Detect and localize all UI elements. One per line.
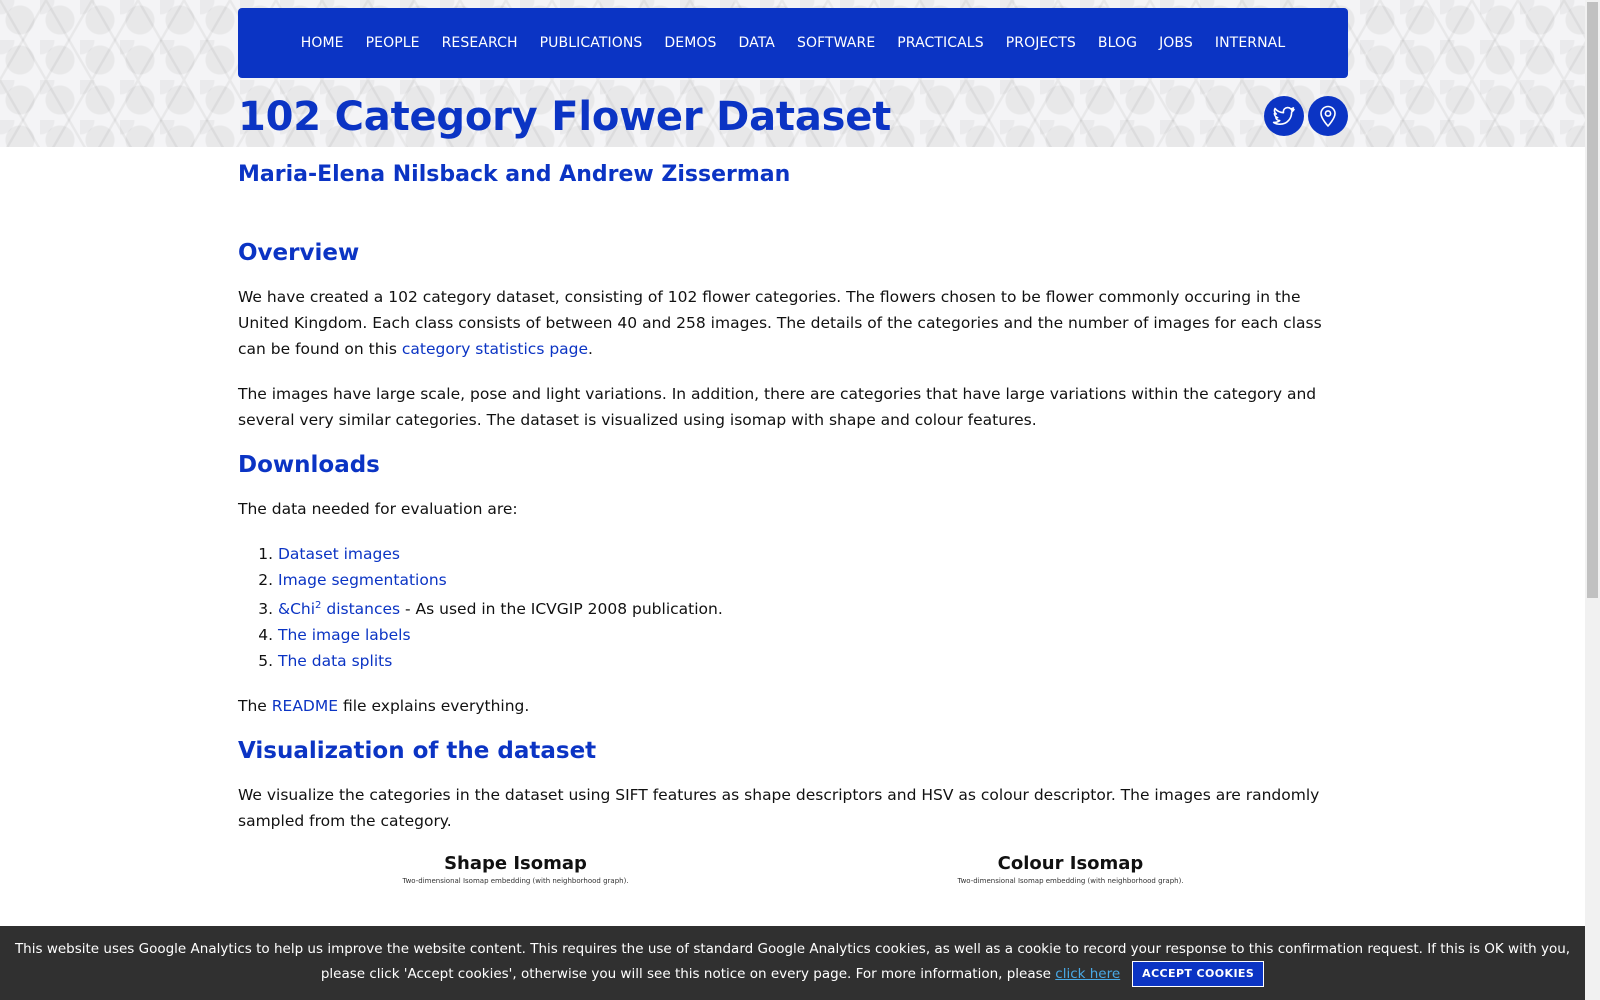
list-item: Image segmentations [278,567,1348,593]
nav-research[interactable]: RESEARCH [431,35,529,51]
readme-paragraph: The README file explains everything. [238,697,530,716]
list-item: &Chi2 distances - As used in the ICVGIP … [278,593,1348,622]
category-statistics-link[interactable]: category statistics page [402,340,588,358]
page-title: 102 Category Flower Dataset [238,94,892,140]
isomap-figures: Shape Isomap Two-dimensional Isomap embe… [238,853,1348,885]
nav-internal[interactable]: INTERNAL [1204,35,1296,51]
dataset-images-link[interactable]: Dataset images [278,545,400,563]
downloads-list: Dataset images Image segmentations &Chi2… [238,541,1348,674]
visualization-heading: Visualization of the dataset [238,738,597,765]
map-pin-icon[interactable] [1308,96,1348,136]
visualization-paragraph: We visualize the categories in the datas… [238,786,1320,831]
nav-software[interactable]: SOFTWARE [786,35,886,51]
chi2-distances-link[interactable]: &Chi2 distances [278,600,400,618]
image-segmentations-link[interactable]: Image segmentations [278,571,447,589]
colour-isomap-title: Colour Isomap [997,853,1144,875]
downloads-intro: The data needed for evaluation are: [238,500,518,518]
shape-isomap-caption: Two-dimensional Isomap embedding (with n… [402,877,629,886]
list-item: Dataset images [278,541,1348,567]
readme-link[interactable]: README [272,697,338,715]
accept-cookies-button[interactable]: ACCEPT COOKIES [1132,961,1265,987]
data-splits-link[interactable]: The data splits [278,652,392,670]
image-labels-link[interactable]: The image labels [278,626,411,644]
nav-people[interactable]: PEOPLE [355,35,431,51]
main-navbar: HOME PEOPLE RESEARCH PUBLICATIONS DEMOS … [238,8,1348,78]
overview-paragraph-2: The images have large scale, pose and li… [238,385,1317,429]
authors: Maria-Elena Nilsback and Andrew Zisserma… [238,162,791,187]
social-links [1264,96,1348,136]
nav-data[interactable]: DATA [728,35,786,51]
nav-jobs[interactable]: JOBS [1148,35,1204,51]
twitter-icon[interactable] [1264,96,1304,136]
nav-home[interactable]: HOME [290,35,355,51]
cookie-text: This website uses Google Analytics to he… [14,941,1571,982]
main-content: Overview We have created a 102 category … [238,240,1348,885]
overview-paragraph-1: We have created a 102 category dataset, … [238,288,1322,358]
nav-blog[interactable]: BLOG [1087,35,1148,51]
scrollbar[interactable] [1585,0,1600,1000]
shape-isomap-title: Shape Isomap [444,853,587,875]
nav-publications[interactable]: PUBLICATIONS [529,35,654,51]
list-item: The data splits [278,648,1348,674]
cookie-info-link[interactable]: click here [1055,966,1120,982]
nav-projects[interactable]: PROJECTS [995,35,1087,51]
nav-practicals[interactable]: PRACTICALS [886,35,994,51]
shape-isomap: Shape Isomap Two-dimensional Isomap embe… [238,853,793,885]
list-item: The image labels [278,622,1348,648]
cookie-banner: This website uses Google Analytics to he… [0,926,1585,1000]
colour-isomap-caption: Two-dimensional Isomap embedding (with n… [957,877,1184,886]
overview-heading: Overview [238,240,360,266]
downloads-heading: Downloads [238,452,380,478]
colour-isomap: Colour Isomap Two-dimensional Isomap emb… [793,853,1348,885]
scrollbar-thumb[interactable] [1587,2,1598,598]
nav-demos[interactable]: DEMOS [653,35,727,51]
